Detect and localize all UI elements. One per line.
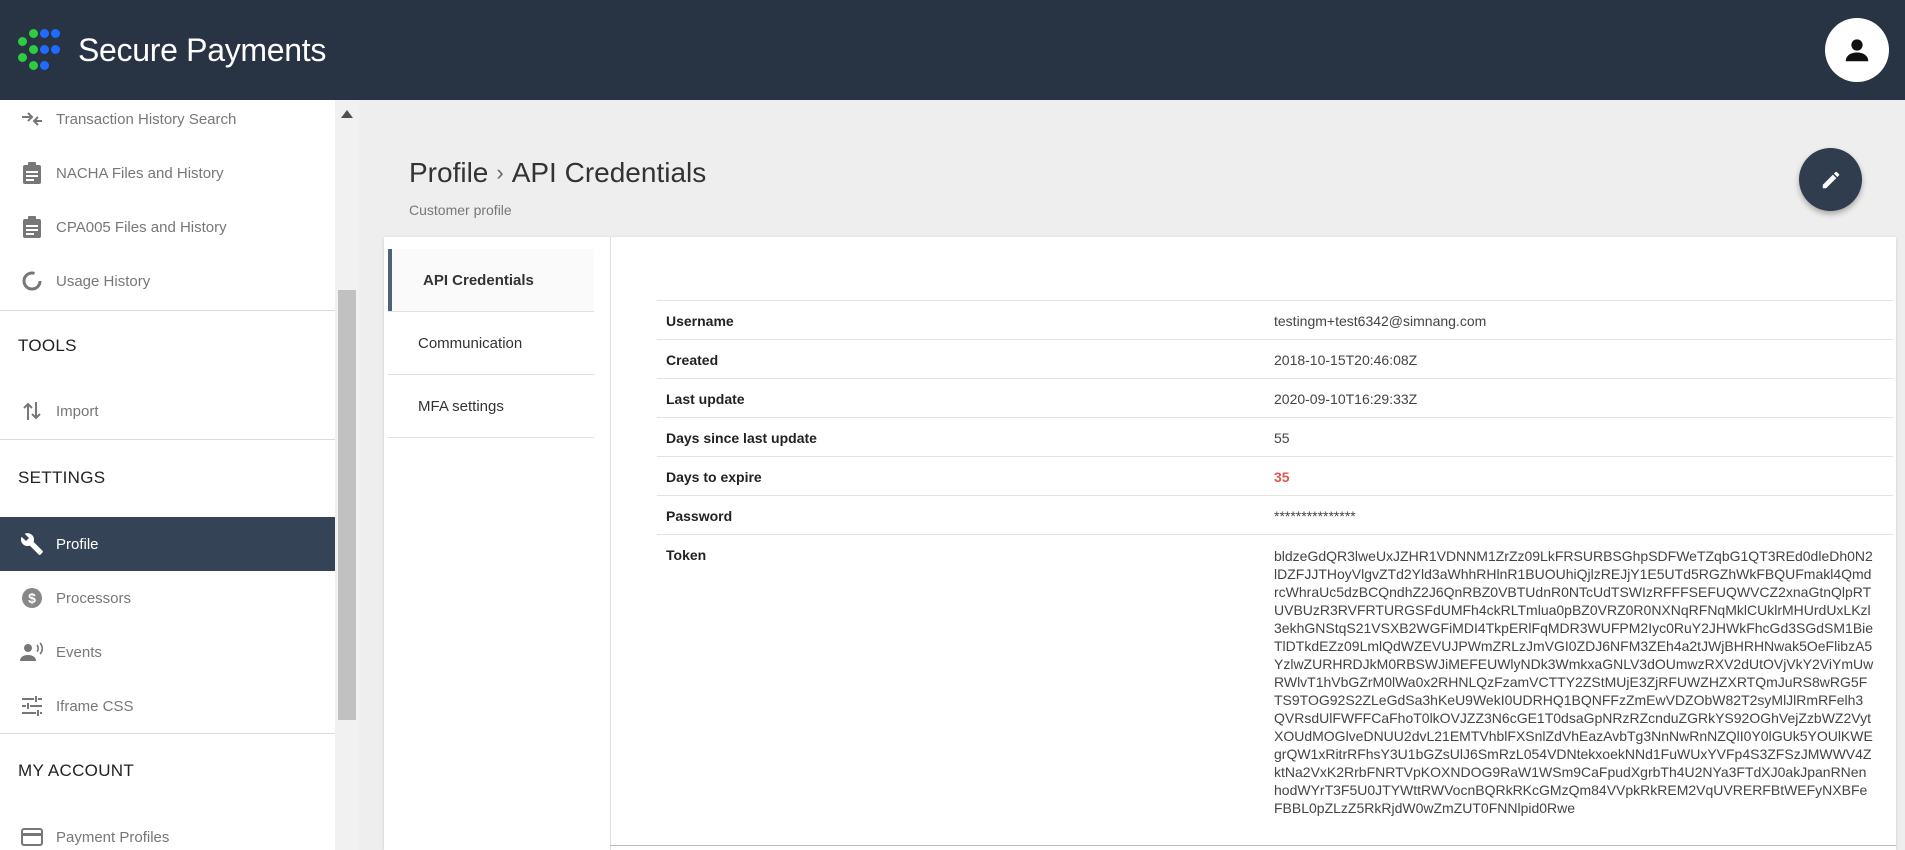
account-icon (1845, 39, 1869, 62)
page-subtitle: Customer profile (409, 202, 512, 218)
sidebar-item-processors[interactable]: $ Processors (0, 571, 335, 625)
transfer-arrows-icon (0, 109, 56, 129)
detail-row-username: Username testingm+test6342@simnang.com (657, 300, 1893, 339)
person-voice-icon (0, 641, 56, 663)
detail-row-days-to-expire: Days to expire 35 (657, 456, 1893, 495)
password-value: *************** (1274, 508, 1356, 524)
tools-section-title: TOOLS (18, 336, 77, 355)
wrench-icon (0, 532, 56, 556)
sidebar-item-cpa005-files[interactable]: CPA005 Files and History (0, 200, 335, 254)
account-avatar-button[interactable] (1825, 18, 1889, 82)
last-update-value: 2020-09-10T16:29:33Z (1274, 391, 1418, 407)
detail-row-token: Token bldzeGdQR3lweUxJZHR1VDNNM1ZrZz09Lk… (657, 534, 1893, 850)
sidebar-item-iframe-css[interactable]: Iframe CSS (0, 679, 335, 733)
tab-communication[interactable]: Communication (388, 312, 594, 375)
detail-row-days-since-update: Days since last update 55 (657, 417, 1893, 456)
scroll-up-arrow-icon[interactable] (341, 110, 353, 118)
my-account-section-title: MY ACCOUNT (18, 761, 135, 780)
detail-label: Days since last update (666, 430, 817, 446)
detail-row-last-update: Last update 2020-09-10T16:29:33Z (657, 378, 1893, 417)
detail-label: Days to expire (666, 469, 762, 485)
token-value[interactable]: bldzeGdQR3lweUxJZHR1VDNNM1ZrZz09LkFRSURB… (1274, 547, 1874, 817)
detail-label: Last update (666, 391, 745, 407)
username-value: testingm+test6342@simnang.com (1274, 313, 1487, 329)
sidebar-divider (0, 439, 335, 440)
sidebar-scrollbar[interactable] (335, 100, 359, 850)
logo-dots-icon (18, 29, 70, 71)
credentials-panel: Username testingm+test6342@simnang.com C… (610, 237, 1896, 850)
card-bottom-border (610, 845, 1896, 850)
profile-card: API Credentials Communication MFA settin… (384, 237, 1896, 850)
detail-label: Username (666, 313, 734, 329)
detail-row-created: Created 2018-10-15T20:46:08Z (657, 339, 1893, 378)
sidebar: Transaction History Search NACHA Files a… (0, 100, 335, 850)
top-bar: Secure Payments (0, 0, 1905, 100)
detail-label: Token (666, 547, 707, 563)
sidebar-item-profile[interactable]: Profile (0, 517, 335, 571)
tune-icon (0, 696, 56, 716)
detail-row-password: Password *************** (657, 495, 1893, 534)
token-cell: bldzeGdQR3lweUxJZHR1VDNNM1ZrZz09LkFRSURB… (1274, 535, 1893, 850)
dollar-icon: $ (0, 587, 56, 609)
brand-name: Secure Payments (78, 31, 327, 68)
svg-text:$: $ (28, 590, 36, 606)
sidebar-item-usage-history[interactable]: Usage History (0, 254, 335, 308)
edit-button[interactable] (1799, 148, 1862, 211)
import-arrows-icon (0, 400, 56, 422)
credit-card-icon (0, 828, 56, 846)
detail-label: Created (666, 352, 719, 368)
page-title: API Credentials (511, 157, 707, 188)
breadcrumb-root[interactable]: Profile (409, 157, 488, 189)
days-to-expire-value: 35 (1274, 469, 1290, 485)
brand-logo[interactable]: Secure Payments (18, 29, 326, 71)
pencil-icon (1822, 171, 1839, 188)
breadcrumb: Profile › API Credentials (409, 157, 706, 189)
profile-tabs: API Credentials Communication MFA settin… (388, 249, 594, 438)
created-value: 2018-10-15T20:46:08Z (1274, 352, 1418, 368)
detail-label: Password (666, 508, 733, 524)
settings-section-title: SETTINGS (18, 468, 106, 487)
clipboard-icon (0, 162, 56, 184)
sidebar-item-nacha-files[interactable]: NACHA Files and History (0, 146, 335, 200)
sidebar-divider (0, 733, 335, 734)
clipboard-icon (0, 216, 56, 238)
days-since-value: 55 (1274, 430, 1290, 446)
tab-api-credentials[interactable]: API Credentials (388, 249, 594, 312)
scrollbar-thumb[interactable] (338, 290, 356, 720)
breadcrumb-separator-icon: › (496, 160, 504, 185)
donut-chart-icon (0, 270, 56, 292)
sidebar-item-import[interactable]: Import (0, 384, 335, 438)
tab-mfa-settings[interactable]: MFA settings (388, 375, 594, 438)
sidebar-item-events[interactable]: Events (0, 625, 335, 679)
sidebar-item-payment-profiles[interactable]: Payment Profiles (0, 810, 335, 850)
sidebar-item-transaction-history-search[interactable]: Transaction History Search (0, 100, 335, 146)
sidebar-divider (0, 310, 335, 311)
